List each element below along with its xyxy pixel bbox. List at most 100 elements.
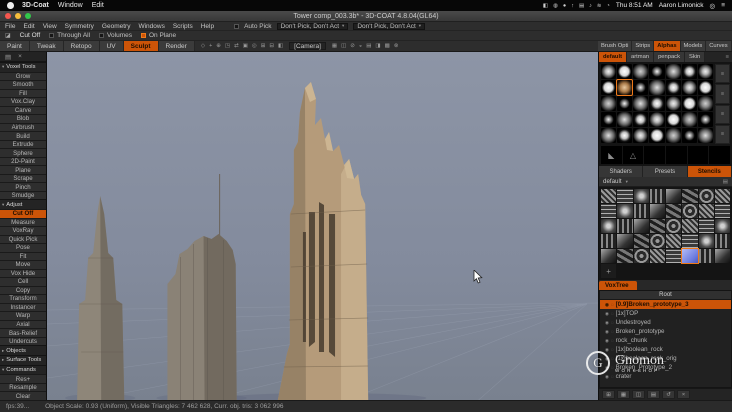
alpha-thumb[interactable] bbox=[681, 64, 697, 79]
stencil-thumb[interactable] bbox=[649, 249, 665, 263]
alpha-thumb-large[interactable]: △ bbox=[622, 146, 644, 164]
toggle-on-plane[interactable]: On Plane bbox=[140, 32, 176, 39]
menu-geometry[interactable]: Geometry bbox=[102, 23, 131, 30]
alpha-thumb[interactable] bbox=[665, 80, 681, 95]
stencil-thumb[interactable] bbox=[698, 219, 714, 233]
stencil-thumb[interactable] bbox=[633, 249, 649, 263]
macos-menu-edit[interactable]: Edit bbox=[92, 2, 104, 9]
ghost-icon[interactable]: ◌ bbox=[611, 347, 614, 352]
visibility-eye-icon[interactable]: ◉ bbox=[605, 374, 609, 380]
alpha-thumb[interactable] bbox=[665, 112, 681, 127]
tool-vox-hide[interactable]: Vox Hide bbox=[0, 268, 46, 278]
alpha-thumb[interactable] bbox=[697, 96, 713, 111]
stencil-thumb[interactable] bbox=[714, 189, 730, 203]
alpha-thumb[interactable] bbox=[601, 112, 617, 127]
tool-move[interactable]: Move bbox=[0, 260, 46, 269]
stencil-thumb[interactable] bbox=[714, 204, 730, 218]
stencil-thumb[interactable] bbox=[633, 219, 649, 233]
tool-pose[interactable]: Pose bbox=[0, 243, 46, 252]
tab-render[interactable]: Render bbox=[158, 41, 195, 51]
stencil-thumb[interactable] bbox=[714, 249, 730, 263]
alpha-list-mode-button[interactable]: ≡ bbox=[715, 104, 730, 124]
tab-sculpt[interactable]: Sculpt bbox=[123, 41, 159, 51]
alpha-thumb[interactable] bbox=[681, 96, 697, 111]
tool-instancer[interactable]: Instancer bbox=[0, 302, 46, 312]
tool-2d-paint[interactable]: 2D-Paint bbox=[0, 156, 46, 166]
tool-blob[interactable]: Blob bbox=[0, 114, 46, 123]
tool-smudge[interactable]: Smudge bbox=[0, 190, 46, 200]
alpha-thumb-large[interactable] bbox=[709, 146, 730, 164]
tab-models[interactable]: Models bbox=[680, 41, 707, 51]
stencil-thumb[interactable] bbox=[649, 189, 665, 203]
minimize-window-button[interactable] bbox=[15, 13, 21, 19]
voxtree-action-icon[interactable]: × bbox=[677, 390, 690, 399]
spotlight-icon[interactable]: ◎ bbox=[710, 2, 716, 10]
viewport-tool-icon[interactable]: ◒ bbox=[359, 43, 362, 49]
menu-help[interactable]: Help bbox=[201, 23, 214, 30]
notification-center-icon[interactable]: ≡ bbox=[721, 2, 725, 9]
alpha-thumb-large[interactable] bbox=[687, 146, 709, 164]
checkbox-through-all[interactable] bbox=[49, 33, 55, 38]
viewport-tool-icon[interactable]: ◨ bbox=[375, 43, 380, 49]
tool-axial[interactable]: Axial bbox=[0, 319, 46, 329]
checkbox-on-plane[interactable] bbox=[140, 33, 146, 38]
stencil-thumb[interactable] bbox=[698, 189, 714, 203]
viewport-tool-icon[interactable]: ▩ bbox=[385, 43, 390, 49]
viewport-tool-icon[interactable]: ◇ bbox=[201, 43, 205, 49]
visibility-eye-icon[interactable]: ◉ bbox=[605, 356, 609, 362]
tool-carve[interactable]: Carve bbox=[0, 105, 46, 115]
viewport[interactable] bbox=[47, 52, 598, 400]
voxtree-item-1x-top[interactable]: ◉ ◌ [1x]TOP bbox=[600, 309, 731, 318]
stencil-thumb[interactable] bbox=[633, 234, 649, 248]
viewport-tool-icon[interactable]: ⇄ bbox=[234, 43, 239, 49]
viewport-canvas[interactable] bbox=[47, 52, 598, 400]
tool-warp[interactable]: Warp bbox=[0, 311, 46, 320]
alpha-set-artman[interactable]: artman bbox=[627, 52, 655, 62]
tool-vox-clay[interactable]: Vox.Clay bbox=[0, 97, 46, 106]
voxtree-action-icon[interactable]: ◫ bbox=[632, 390, 645, 399]
alpha-list-mode-button[interactable]: ≡ bbox=[715, 124, 730, 144]
ghost-icon[interactable]: ◌ bbox=[611, 374, 614, 379]
alpha-list-mode-button[interactable]: ≡ bbox=[715, 84, 730, 104]
alpha-thumb[interactable] bbox=[649, 112, 665, 127]
viewport-tool-icon[interactable]: + bbox=[209, 43, 212, 49]
tab-uv[interactable]: UV bbox=[99, 41, 124, 51]
stencil-thumb[interactable] bbox=[666, 249, 682, 263]
ghost-icon[interactable]: ◌ bbox=[611, 311, 614, 316]
stencil-thumb[interactable] bbox=[666, 219, 682, 233]
alpha-sets-menu-icon[interactable]: ≡ bbox=[723, 52, 732, 62]
visibility-eye-icon[interactable]: ◉ bbox=[605, 320, 609, 326]
visibility-eye-icon[interactable]: ◉ bbox=[605, 329, 609, 335]
viewport-tool-icon[interactable]: ◎ bbox=[252, 43, 257, 49]
toggle-volumes[interactable]: Volumes bbox=[99, 32, 132, 39]
section-adjust[interactable]: ▾ Adjust bbox=[0, 199, 46, 210]
stencil-set-dropdown[interactable]: default ▾ ▤ bbox=[599, 177, 732, 187]
tool-smooth[interactable]: Smooth bbox=[0, 80, 46, 89]
voxtree-action-icon[interactable]: ↺ bbox=[662, 390, 675, 399]
section-voxel-tools[interactable]: ▾ Voxel Tools bbox=[0, 62, 46, 72]
tab-brush-opti[interactable]: Brush Opti bbox=[598, 41, 633, 51]
status-icon[interactable]: ♪ bbox=[589, 3, 592, 9]
tool-res[interactable]: Res+ bbox=[0, 374, 46, 383]
tool-extrude[interactable]: Extrude bbox=[0, 139, 46, 149]
visibility-eye-icon[interactable]: ◉ bbox=[605, 302, 609, 308]
alpha-thumb[interactable] bbox=[601, 64, 617, 79]
voxtree-action-icon[interactable]: ⊞ bbox=[602, 390, 615, 399]
tool-fill[interactable]: Fill bbox=[0, 88, 46, 98]
stencil-thumb[interactable] bbox=[682, 204, 698, 218]
checkbox-volumes[interactable] bbox=[99, 33, 105, 38]
stencil-thumb[interactable] bbox=[617, 204, 633, 218]
stencil-thumb[interactable] bbox=[649, 219, 665, 233]
section-commands[interactable]: ▾ Commands bbox=[0, 364, 46, 375]
visibility-eye-icon[interactable]: ◉ bbox=[605, 311, 609, 317]
stencil-thumb[interactable] bbox=[601, 219, 617, 233]
tool-bas-relief[interactable]: Bas-Relief bbox=[0, 328, 46, 337]
stencil-thumb[interactable] bbox=[617, 234, 633, 248]
visibility-eye-icon[interactable]: ◉ bbox=[605, 338, 609, 344]
stencil-thumb[interactable] bbox=[601, 204, 617, 218]
status-icon[interactable]: ◍ bbox=[553, 3, 558, 9]
tool-build[interactable]: Build bbox=[0, 131, 46, 140]
status-icon[interactable]: ▤ bbox=[579, 3, 584, 9]
tab-stencils[interactable]: Stencils bbox=[687, 166, 732, 177]
status-icon[interactable]: ◔ bbox=[607, 3, 610, 9]
